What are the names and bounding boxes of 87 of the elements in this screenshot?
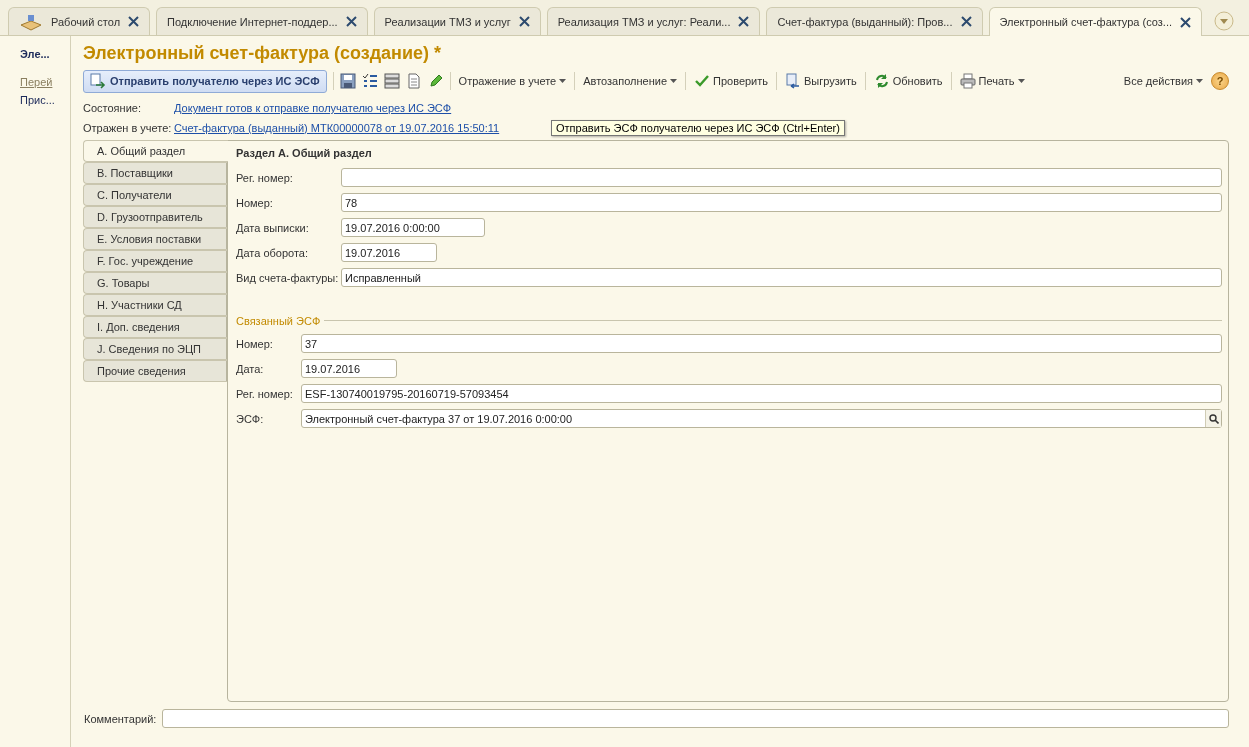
input-field[interactable]: ESF-130740019795-20160719-57093454 (301, 384, 1222, 403)
search-icon (1208, 413, 1219, 424)
close-icon[interactable] (960, 16, 972, 27)
tab-label: Подключение Интернет-поддер... (167, 15, 338, 28)
group-title: Связанный ЭСФ (236, 314, 321, 327)
section-tab[interactable]: B. Поставщики (83, 162, 227, 184)
input-field[interactable]: 19.07.2016 (341, 243, 437, 262)
section-tab[interactable]: J. Сведения по ЭЦП (83, 338, 227, 360)
tab-label: Электронный счет-фактура (соз... (999, 16, 1173, 28)
field-label: Номер: (236, 337, 274, 350)
field-label: Рег. номер: (236, 171, 294, 184)
tab-label: Реализации ТМЗ и услуг (384, 15, 511, 28)
caret-icon (1196, 79, 1203, 83)
toolbar-button[interactable]: Проверить (692, 73, 771, 89)
input-field[interactable]: 19.07.2016 (301, 359, 397, 378)
close-icon[interactable] (738, 16, 750, 27)
tab-label: Реализация ТМЗ и услуг: Реали... (557, 15, 731, 28)
section-tab[interactable]: E. Условия поставки (83, 228, 227, 250)
toolbar-button[interactable]: Обновить (871, 73, 945, 89)
toolbar-button[interactable]: Печать (957, 73, 1027, 89)
all-actions-menu[interactable]: Все действия (1121, 75, 1205, 87)
status-link[interactable]: Документ готов к отправке получателю через ИС ЭСФ (174, 102, 452, 114)
send-icon (90, 73, 106, 89)
section-tab[interactable]: Прочие сведения (83, 360, 227, 382)
list-icon[interactable] (383, 73, 400, 89)
checklist-icon[interactable] (361, 73, 378, 89)
section-title: Раздел A. Общий раздел (236, 147, 373, 161)
close-icon[interactable] (518, 16, 530, 27)
close-icon[interactable] (128, 16, 140, 27)
section-tab[interactable]: A. Общий раздел (83, 140, 228, 162)
field-label: Отражен в учете: (83, 122, 172, 134)
field-label: ЭСФ: (236, 412, 265, 425)
export-icon (785, 73, 802, 89)
section-tab[interactable]: F. Гос. учреждение (83, 250, 227, 272)
field-value: Электронный счет-фактура 37 от 19.07.2016 0:00:00 (304, 412, 574, 425)
document-tab[interactable]: Реализации ТМЗ и услуг (373, 7, 541, 35)
field-label: Состояние: (83, 102, 142, 114)
save-icon[interactable] (339, 73, 356, 89)
field-label: Номер: (236, 196, 274, 209)
refresh-icon (873, 73, 890, 89)
document-link[interactable]: Счет-фактура (выданный) МТК00000078 от 19.07.2016 15:50:11 (174, 122, 500, 134)
close-icon[interactable] (1180, 16, 1192, 28)
lookup-field[interactable]: Электронный счет-фактура 37 от 19.07.2016 0:00:00 (301, 409, 1222, 428)
pencil-icon[interactable] (427, 73, 444, 89)
document-icon[interactable] (405, 73, 422, 89)
search-button[interactable] (1205, 410, 1221, 427)
section-tab[interactable]: C. Получатели (83, 184, 227, 206)
check-icon (694, 73, 710, 89)
field-label: Дата оборота: (236, 246, 310, 259)
caret-icon (670, 79, 677, 83)
field-label: Вид счета-фактуры: (236, 271, 340, 284)
document-tab[interactable]: Подключение Интернет-поддер... (156, 7, 368, 35)
close-icon[interactable] (345, 16, 357, 27)
tooltip: Отправить ЭСФ получателю через ИС ЭСФ (Ctrl+Enter) (551, 120, 845, 136)
nav-item[interactable]: Прис... (20, 94, 70, 106)
desk-icon (19, 12, 43, 31)
field-label: Дата выписки: (236, 221, 310, 234)
document-tab[interactable]: Рабочий стол (8, 7, 151, 35)
input-field[interactable]: 78 (341, 193, 1222, 212)
document-tab[interactable]: Реализация ТМЗ и услуг: Реали... (546, 7, 761, 35)
toolbar-button[interactable]: Выгрузить (783, 73, 859, 89)
help-button[interactable]: ? (1211, 72, 1229, 90)
section-tab[interactable]: H. Участники СД (83, 294, 227, 316)
section-tab[interactable]: G. Товары (83, 272, 227, 294)
field-label: Комментарий: (84, 712, 157, 725)
tab-label: Рабочий стол (51, 15, 121, 28)
printer-icon (959, 73, 976, 89)
send-button[interactable]: Отправить получателю через ИС ЭСФ (83, 69, 327, 93)
field-label: Рег. номер: (236, 387, 294, 400)
input-field[interactable]: 19.07.2016 0:00:00 (341, 218, 485, 237)
document-tab[interactable]: Счет-фактура (выданный): Пров... (766, 7, 983, 35)
section-tab[interactable]: D. Грузоотправитель (83, 206, 227, 228)
input-field[interactable] (341, 168, 1222, 187)
nav-item[interactable]: Эле... (20, 48, 70, 60)
input-field[interactable]: 37 (301, 334, 1222, 353)
toolbar-button[interactable]: Автозаполнение (581, 75, 679, 87)
document-tab[interactable]: Электронный счет-фактура (соз... (988, 7, 1203, 36)
field-label: Дата: (236, 362, 265, 375)
tabs-menu-icon[interactable] (1214, 11, 1235, 31)
section-tab[interactable]: I. Доп. сведения (83, 316, 227, 338)
toolbar-button[interactable]: Отражение в учете (456, 75, 569, 87)
input-field[interactable]: Исправленный (341, 268, 1222, 287)
tab-label: Счет-фактура (выданный): Пров... (777, 15, 953, 28)
form-title: Электронный счет-фактура (создание) * (83, 42, 443, 65)
comment-field[interactable] (162, 709, 1229, 728)
caret-icon (1017, 79, 1025, 83)
caret-icon (559, 79, 567, 83)
